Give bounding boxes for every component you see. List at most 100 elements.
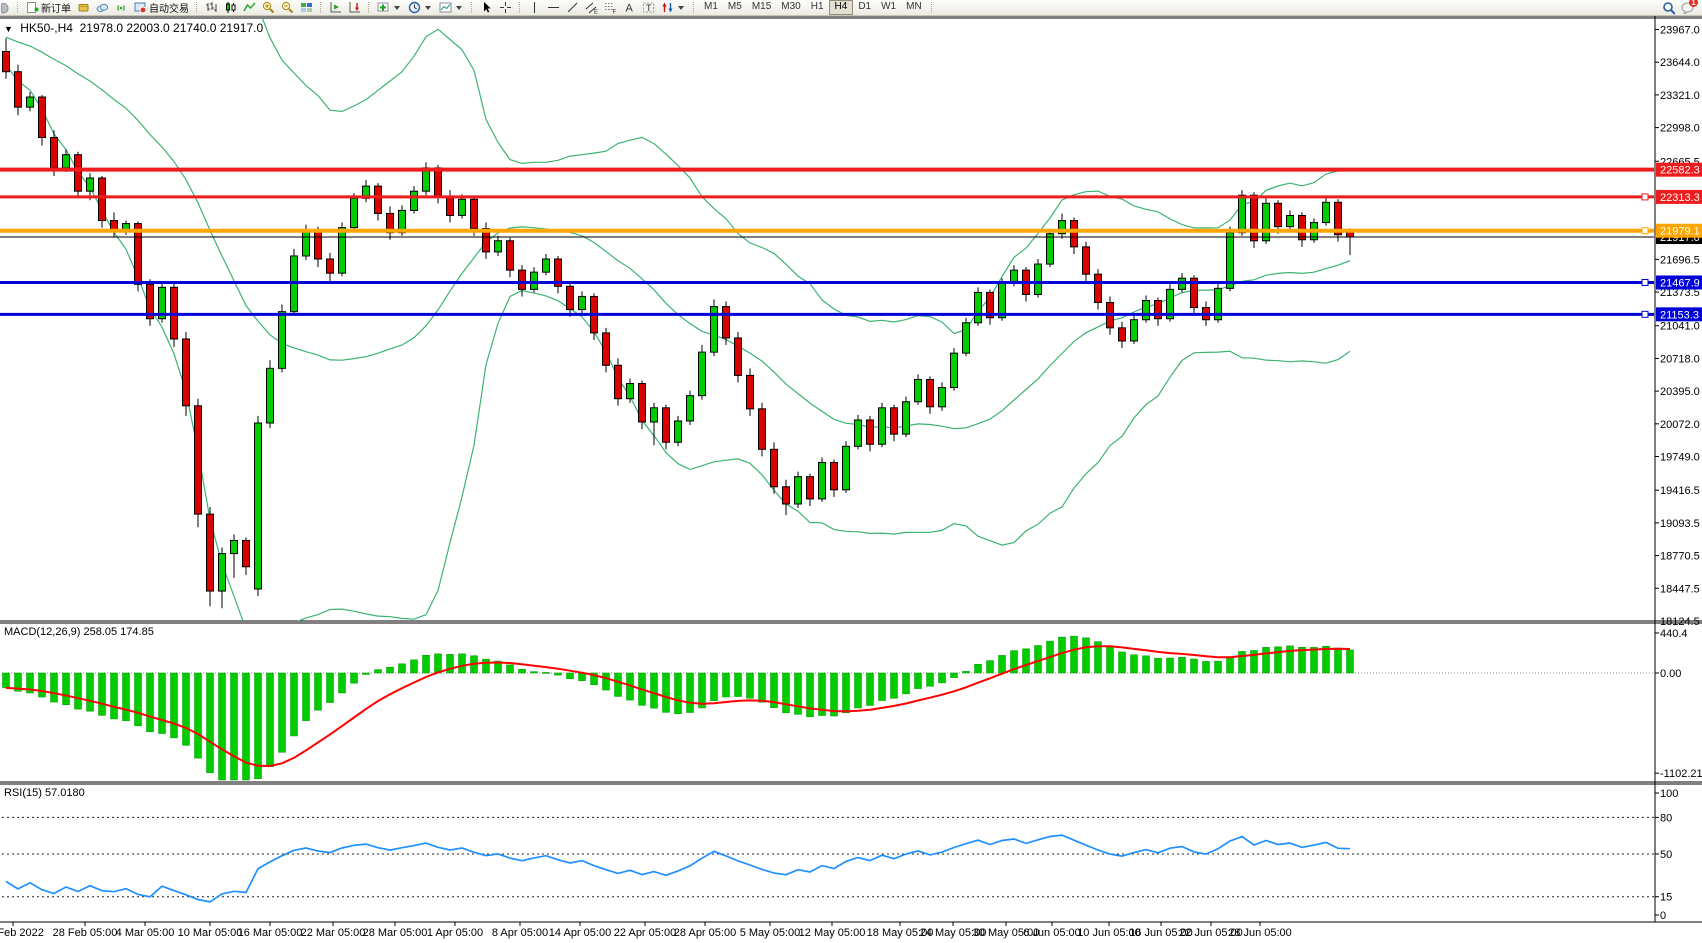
auto-scroll-button[interactable] <box>326 1 345 15</box>
chart-canvas[interactable]: 23967.023644.023321.022998.022665.521696… <box>0 0 1702 943</box>
trendline-icon <box>566 1 579 14</box>
horizontal-level-lines[interactable] <box>0 170 1654 318</box>
time-tick-label: 22 Feb 2022 <box>0 927 44 939</box>
tab-timeframe-m30[interactable]: M30 <box>776 0 805 13</box>
chart-shift-button[interactable] <box>345 1 364 15</box>
chart-header: ▼ HK50-,H4 21978.0 22003.0 21740.0 21917… <box>4 21 263 35</box>
zoom-in-button[interactable] <box>259 1 278 15</box>
text-tool-button[interactable]: A <box>620 1 639 15</box>
time-tick-label: 1 Apr 05:00 <box>427 927 483 939</box>
price-tick-label: 22998.0 <box>1660 123 1700 135</box>
toolbar-separator <box>519 2 521 13</box>
new-order-button[interactable]: 新订单 <box>23 1 74 15</box>
market-button[interactable] <box>74 1 93 15</box>
vertical-line-button[interactable] <box>525 1 544 15</box>
candlesticks <box>3 38 1354 608</box>
line-handle[interactable] <box>1642 228 1648 234</box>
timeframe-toolbar: M1M5M15M30H1H4D1W1MN <box>699 0 927 15</box>
line-handle[interactable] <box>1642 311 1648 317</box>
clock-icon <box>408 1 421 14</box>
tile-windows-button[interactable] <box>297 1 316 15</box>
price-tick-label: 19416.5 <box>1660 485 1700 497</box>
new-order-label: 新订单 <box>41 0 71 15</box>
price-tick-label: 23967.0 <box>1660 25 1700 37</box>
toolbar-separator <box>196 2 198 13</box>
chart-shift-icon <box>348 1 361 14</box>
zoom-out-icon <box>281 1 294 14</box>
chevron-down-icon[interactable] <box>425 6 431 10</box>
notifications-icon[interactable]: 1 <box>1681 1 1694 14</box>
indicators-button[interactable] <box>374 1 405 15</box>
autotrading-button[interactable]: 自动交易 <box>131 1 192 15</box>
periods-button[interactable] <box>405 1 436 15</box>
price-tick-label: 19749.0 <box>1660 452 1700 464</box>
time-tick-label: 22 Apr 05:00 <box>614 927 676 939</box>
rsi-tick-label: 15 <box>1660 892 1672 904</box>
bar-chart-icon <box>205 1 218 14</box>
tab-timeframe-h1[interactable]: H1 <box>806 0 829 13</box>
line-handle[interactable] <box>1642 194 1648 200</box>
svg-text:E: E <box>594 10 598 15</box>
price-tick-label: 18770.5 <box>1660 551 1700 563</box>
chart-candles-button[interactable] <box>221 1 240 15</box>
crosshair-button[interactable] <box>496 1 515 15</box>
price-tag-label: 21153.3 <box>1660 309 1699 321</box>
chart-bars-button[interactable] <box>202 1 221 15</box>
time-tick-label: 6 Jun 05:00 <box>1023 927 1081 939</box>
arrows-tool-button[interactable] <box>658 1 689 15</box>
time-tick-label: 5 May 05:00 <box>740 927 801 939</box>
tab-timeframe-d1[interactable]: D1 <box>853 0 876 13</box>
text-label-button[interactable]: T <box>639 1 658 15</box>
horizontal-line-icon <box>547 1 560 14</box>
tab-timeframe-mn[interactable]: MN <box>901 0 927 13</box>
time-tick-label: 28 Apr 05:00 <box>674 927 736 939</box>
price-tag-label: 22582.3 <box>1660 165 1700 177</box>
rsi-indicator-label: RSI(15) 57.0180 <box>4 787 85 799</box>
time-tick-label: 14 Apr 05:00 <box>549 927 611 939</box>
main-toolbar: 新订单 自动交易 <box>0 0 1702 16</box>
cursor-button[interactable] <box>477 1 496 15</box>
tab-timeframe-m15[interactable]: M15 <box>747 0 776 13</box>
rsi-pane <box>2 817 1655 901</box>
chevron-down-icon[interactable] <box>394 6 400 10</box>
community-button[interactable] <box>93 1 112 15</box>
fibonacci-icon: F <box>604 1 617 14</box>
time-tick-label: 4 Mar 05:00 <box>116 927 175 939</box>
chart-menu-arrow-icon[interactable]: ▼ <box>4 24 13 34</box>
tab-timeframe-m1[interactable]: M1 <box>699 0 723 13</box>
arrows-icon <box>661 1 674 14</box>
time-axis[interactable]: 22 Feb 202228 Feb 05:004 Mar 05:0010 Mar… <box>0 922 1292 939</box>
time-tick-label: 28 Feb 05:00 <box>53 927 118 939</box>
equidistant-channel-button[interactable]: E <box>582 1 601 15</box>
signals-button[interactable] <box>112 1 131 15</box>
tab-timeframe-h4[interactable]: H4 <box>829 0 854 15</box>
price-tick-label: 21696.5 <box>1660 254 1700 266</box>
chart-ohlc-values: 21978.0 22003.0 21740.0 21917.0 <box>80 21 264 35</box>
cursor-icon <box>480 1 493 14</box>
chevron-down-icon[interactable] <box>456 6 462 10</box>
fibonacci-button[interactable]: F <box>601 1 620 15</box>
chart-line-button[interactable] <box>240 1 259 15</box>
price-tag-label: 21467.9 <box>1660 277 1700 289</box>
trendline-button[interactable] <box>563 1 582 15</box>
macd-indicator-label: MACD(12,26,9) 258.05 174.85 <box>4 626 154 638</box>
price-tag-label: 21979.1 <box>1660 226 1700 238</box>
toolbar-separator <box>693 2 695 13</box>
templates-button[interactable] <box>436 1 467 15</box>
text-icon: A <box>623 1 636 14</box>
rsi-tick-label: 80 <box>1660 812 1672 824</box>
line-handle[interactable] <box>1642 279 1648 285</box>
chevron-down-icon[interactable] <box>678 6 684 10</box>
search-icon[interactable] <box>1662 1 1675 14</box>
price-tick-label: 23321.0 <box>1660 90 1700 102</box>
rsi-tick-label: 0 <box>1660 910 1666 922</box>
time-tick-label: 8 Apr 05:00 <box>492 927 548 939</box>
macd-tick-label: -1102.21 <box>1660 768 1702 780</box>
vertical-line-icon <box>528 1 541 14</box>
toolbar-separator <box>471 2 473 13</box>
zoom-out-button[interactable] <box>278 1 297 15</box>
tab-timeframe-w1[interactable]: W1 <box>876 0 901 13</box>
horizontal-line-button[interactable] <box>544 1 563 15</box>
price-axis[interactable]: 23967.023644.023321.022998.022665.521696… <box>1655 25 1702 923</box>
tab-timeframe-m5[interactable]: M5 <box>723 0 747 13</box>
